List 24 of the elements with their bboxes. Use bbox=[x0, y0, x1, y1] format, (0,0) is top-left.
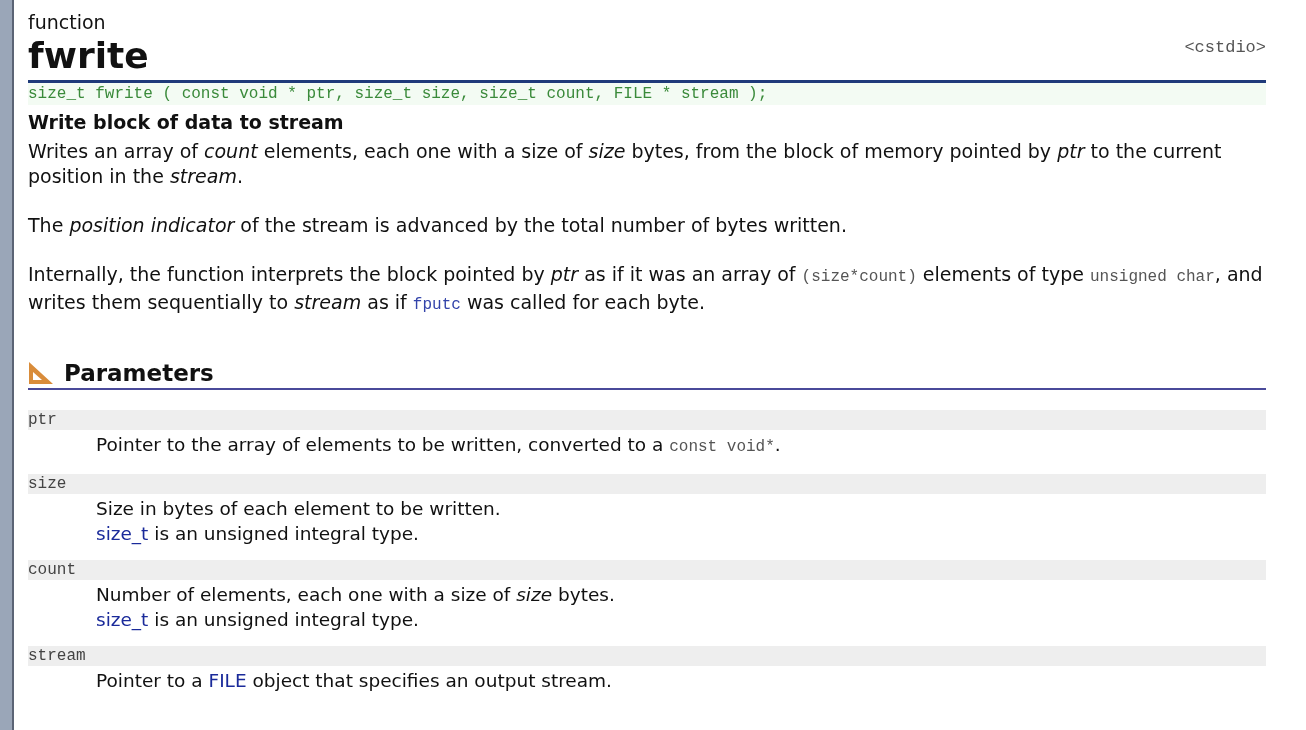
parameter-description: size_t is an unsigned integral type. bbox=[96, 608, 420, 632]
function-summary: Write block of data to stream bbox=[28, 111, 345, 133]
parameter-description: Number of elements, each one with a size of size bytes. bbox=[96, 583, 616, 607]
description-paragraph: The position indicator of the stream is advanced by the total number of bytes written. bbox=[28, 213, 848, 238]
header-link[interactable]: <cstdio> bbox=[1184, 38, 1266, 57]
parameter-description: Pointer to a FILE object that specifies an output stream. bbox=[96, 669, 613, 693]
parameter-name: size bbox=[28, 474, 1266, 494]
function-prototype: size_t fwrite ( const void * ptr, size_t size, size_t count, FILE * stream ); bbox=[28, 83, 1266, 105]
triangle-ruler-icon bbox=[28, 361, 54, 385]
parameter-name: count bbox=[28, 560, 1266, 580]
type-link[interactable]: size_t bbox=[96, 523, 149, 544]
type-link[interactable]: size_t bbox=[96, 609, 149, 630]
function-link[interactable]: fputc bbox=[412, 296, 461, 314]
section-title: Parameters bbox=[64, 360, 214, 386]
parameter-description: Pointer to the array of elements to be written, converted to a const void*. bbox=[96, 433, 782, 458]
type-link[interactable]: FILE bbox=[208, 670, 247, 691]
description-paragraph: Writes an array of count elements, each one with a size of size bytes, from the block of memory pointed by ptr to the current position in the stream. bbox=[28, 139, 1223, 189]
parameter-description: Size in bytes of each element to be written. bbox=[96, 497, 502, 521]
parameter-name: stream bbox=[28, 646, 1266, 666]
function-title: fwrite bbox=[28, 36, 149, 76]
description-paragraph: Internally, the function interprets the block pointed by ptr as if it was an array of (size*count) elements of type unsigned char, and writes them sequentially to stream as if fputc was called for each byte. bbox=[28, 262, 1264, 316]
parameter-name: ptr bbox=[28, 410, 1266, 430]
entity-kind-label: function bbox=[28, 10, 106, 35]
parameter-description: size_t is an unsigned integral type. bbox=[96, 522, 420, 546]
